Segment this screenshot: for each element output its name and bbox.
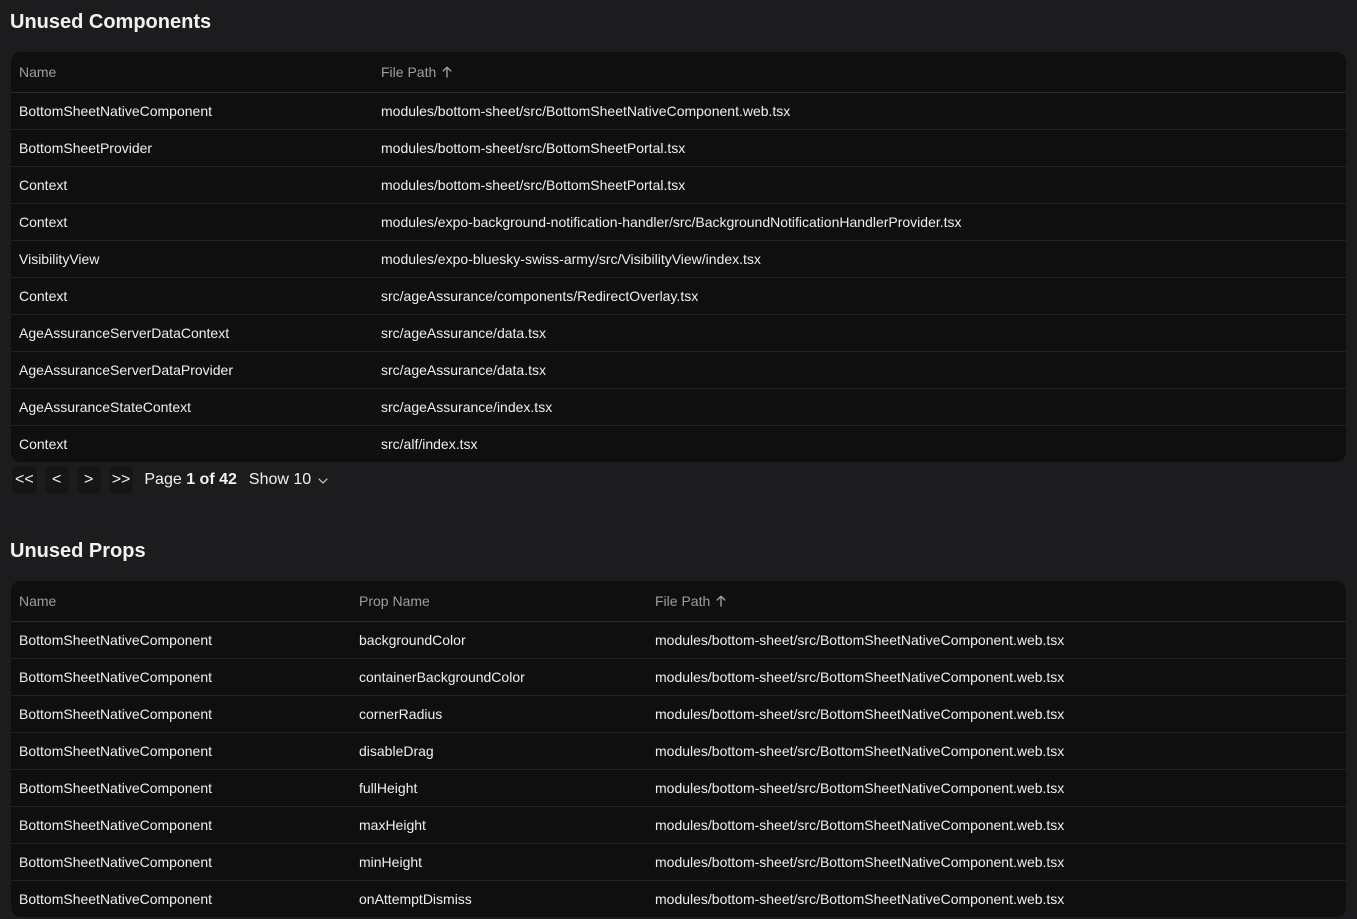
file-path-cell: src/ageAssurance/index.tsx: [373, 388, 1346, 426]
file-path-cell: src/ageAssurance/data.tsx: [373, 351, 1346, 389]
file-path-cell: src/ageAssurance/components/RedirectOver…: [373, 277, 1346, 315]
column-header-prop-name[interactable]: Prop Name: [351, 581, 647, 622]
file-path-cell: modules/bottom-sheet/src/BottomSheetNati…: [647, 806, 1346, 844]
previous-page-button[interactable]: <: [43, 465, 70, 495]
table-header-row: Name Prop Name File Path: [11, 581, 1346, 622]
unused-components-title: Unused Components: [10, 11, 212, 33]
prop-name-cell: maxHeight: [351, 806, 647, 844]
page-size-select[interactable]: Show 10: [249, 471, 328, 489]
prop-name-cell: containerBackgroundColor: [351, 658, 647, 696]
table-row[interactable]: Context modules/expo-background-notificat…: [11, 203, 1346, 241]
component-name-cell: AgeAssuranceServerDataContext: [11, 314, 373, 352]
table-row[interactable]: BottomSheetProvider modules/bottom-sheet/…: [11, 129, 1346, 167]
component-name-cell: VisibilityView: [11, 240, 373, 278]
table-row[interactable]: Context src/ageAssurance/components/Redir…: [11, 277, 1346, 315]
file-path-cell: modules/bottom-sheet/src/BottomSheetNati…: [647, 769, 1346, 807]
column-header-file-path[interactable]: File Path: [647, 581, 1346, 622]
next-page-button[interactable]: >: [75, 465, 102, 495]
column-header-label: Prop Name: [359, 593, 430, 609]
column-header-name[interactable]: Name: [11, 581, 351, 622]
unused-components-table: Name File Path BottomSheetNativeComponen…: [11, 52, 1346, 462]
table-row[interactable]: BottomSheetNativeComponent cornerRadius mo…: [11, 695, 1346, 733]
component-name-cell: AgeAssuranceStateContext: [11, 388, 373, 426]
component-name-cell: BottomSheetNativeComponent: [11, 769, 351, 807]
column-header-label: Name: [19, 64, 57, 80]
page-prefix: Page: [144, 471, 182, 488]
component-name-cell: Context: [11, 166, 373, 204]
file-path-cell: modules/expo-bluesky-swiss-army/src/Visi…: [373, 240, 1346, 278]
prop-name-cell: cornerRadius: [351, 695, 647, 733]
table-row[interactable]: BottomSheetNativeComponent minHeight modul…: [11, 843, 1346, 881]
file-path-cell: modules/bottom-sheet/src/BottomSheetNati…: [647, 695, 1346, 733]
table-row[interactable]: BottomSheetNativeComponent modules/bottom…: [11, 93, 1346, 130]
file-path-cell: src/ageAssurance/data.tsx: [373, 314, 1346, 352]
table-row[interactable]: BottomSheetNativeComponent onAttemptDismi…: [11, 880, 1346, 917]
table-row[interactable]: BottomSheetNativeComponent fullHeight modu…: [11, 769, 1346, 807]
first-page-button[interactable]: <<: [11, 465, 38, 495]
column-header-label: File Path: [381, 63, 437, 80]
file-path-cell: modules/bottom-sheet/src/BottomSheetNati…: [655, 632, 1065, 648]
table-row[interactable]: VisibilityView modules/expo-bluesky-swiss…: [11, 240, 1346, 278]
file-path-cell: modules/bottom-sheet/src/BottomSheetNati…: [647, 880, 1346, 917]
file-path-cell: src/alf/index.tsx: [373, 425, 1346, 462]
component-name-cell: Context: [11, 277, 373, 315]
chevron-down-icon: [318, 471, 328, 489]
file-path-cell: modules/expo-background-notification-han…: [373, 203, 1346, 241]
column-header-label: Name: [19, 593, 57, 609]
table-row[interactable]: BottomSheetNativeComponent backgroundColo…: [11, 622, 1346, 659]
page: Unused Components Name File Path BottomS…: [0, 0, 1357, 919]
column-header-file-path[interactable]: File Path: [373, 52, 1346, 93]
table-row[interactable]: Context src/alf/index.tsx: [11, 425, 1346, 462]
table-row[interactable]: BottomSheetNativeComponent containerBackg…: [11, 658, 1346, 696]
page-current: 1 of 42: [186, 471, 237, 488]
prop-name-cell: onAttemptDismiss: [351, 880, 647, 917]
component-name-cell: BottomSheetNativeComponent: [19, 103, 212, 119]
table-header-row: Name File Path: [11, 52, 1346, 93]
table-row[interactable]: AgeAssuranceServerDataContext src/ageAssu…: [11, 314, 1346, 352]
component-name-cell: BottomSheetProvider: [11, 129, 373, 167]
arrow-up-icon[interactable]: [716, 594, 726, 610]
arrow-up-icon[interactable]: [442, 65, 452, 81]
table-row[interactable]: BottomSheetNativeComponent disableDrag mod…: [11, 732, 1346, 770]
column-header-label: File Path: [655, 592, 711, 609]
file-path-cell: modules/bottom-sheet/src/BottomSheetNati…: [647, 843, 1346, 881]
component-name-cell: BottomSheetNativeComponent: [11, 880, 351, 917]
component-name-cell: BottomSheetNativeComponent: [11, 806, 351, 844]
file-path-cell: modules/bottom-sheet/src/BottomSheetNati…: [381, 103, 791, 119]
file-path-cell: modules/bottom-sheet/src/BottomSheetNati…: [647, 732, 1346, 770]
unused-props-table: Name Prop Name File Path BottomSheetNati…: [11, 581, 1346, 917]
component-name-cell: BottomSheetNativeComponent: [19, 632, 212, 648]
prop-name-cell: disableDrag: [351, 732, 647, 770]
prop-name-cell: backgroundColor: [359, 632, 466, 648]
unused-props-title: Unused Props: [10, 540, 146, 562]
pagination: << < > >> Page 1 of 42 Show 10: [11, 465, 328, 495]
table-row[interactable]: AgeAssuranceServerDataProvider src/ageAss…: [11, 351, 1346, 389]
component-name-cell: BottomSheetNativeComponent: [11, 658, 351, 696]
prop-name-cell: minHeight: [351, 843, 647, 881]
component-name-cell: AgeAssuranceServerDataProvider: [11, 351, 373, 389]
column-header-name[interactable]: Name: [11, 52, 373, 93]
component-name-cell: BottomSheetNativeComponent: [11, 695, 351, 733]
prop-name-cell: fullHeight: [351, 769, 647, 807]
component-name-cell: Context: [11, 203, 373, 241]
component-name-cell: BottomSheetNativeComponent: [11, 732, 351, 770]
table-row[interactable]: BottomSheetNativeComponent maxHeight modul…: [11, 806, 1346, 844]
file-path-cell: modules/bottom-sheet/src/BottomSheetNati…: [647, 658, 1346, 696]
last-page-button[interactable]: >>: [107, 465, 135, 495]
page-size-label: Show 10: [248, 471, 312, 488]
page-indicator: Page 1 of 42: [144, 471, 237, 489]
table-row[interactable]: Context modules/bottom-sheet/src/BottomSh…: [11, 166, 1346, 204]
component-name-cell: Context: [11, 425, 373, 462]
file-path-cell: modules/bottom-sheet/src/BottomSheetPort…: [373, 129, 1346, 167]
table-row[interactable]: AgeAssuranceStateContext src/ageAssurance…: [11, 388, 1346, 426]
file-path-cell: modules/bottom-sheet/src/BottomSheetPort…: [373, 166, 1346, 204]
component-name-cell: BottomSheetNativeComponent: [11, 843, 351, 881]
